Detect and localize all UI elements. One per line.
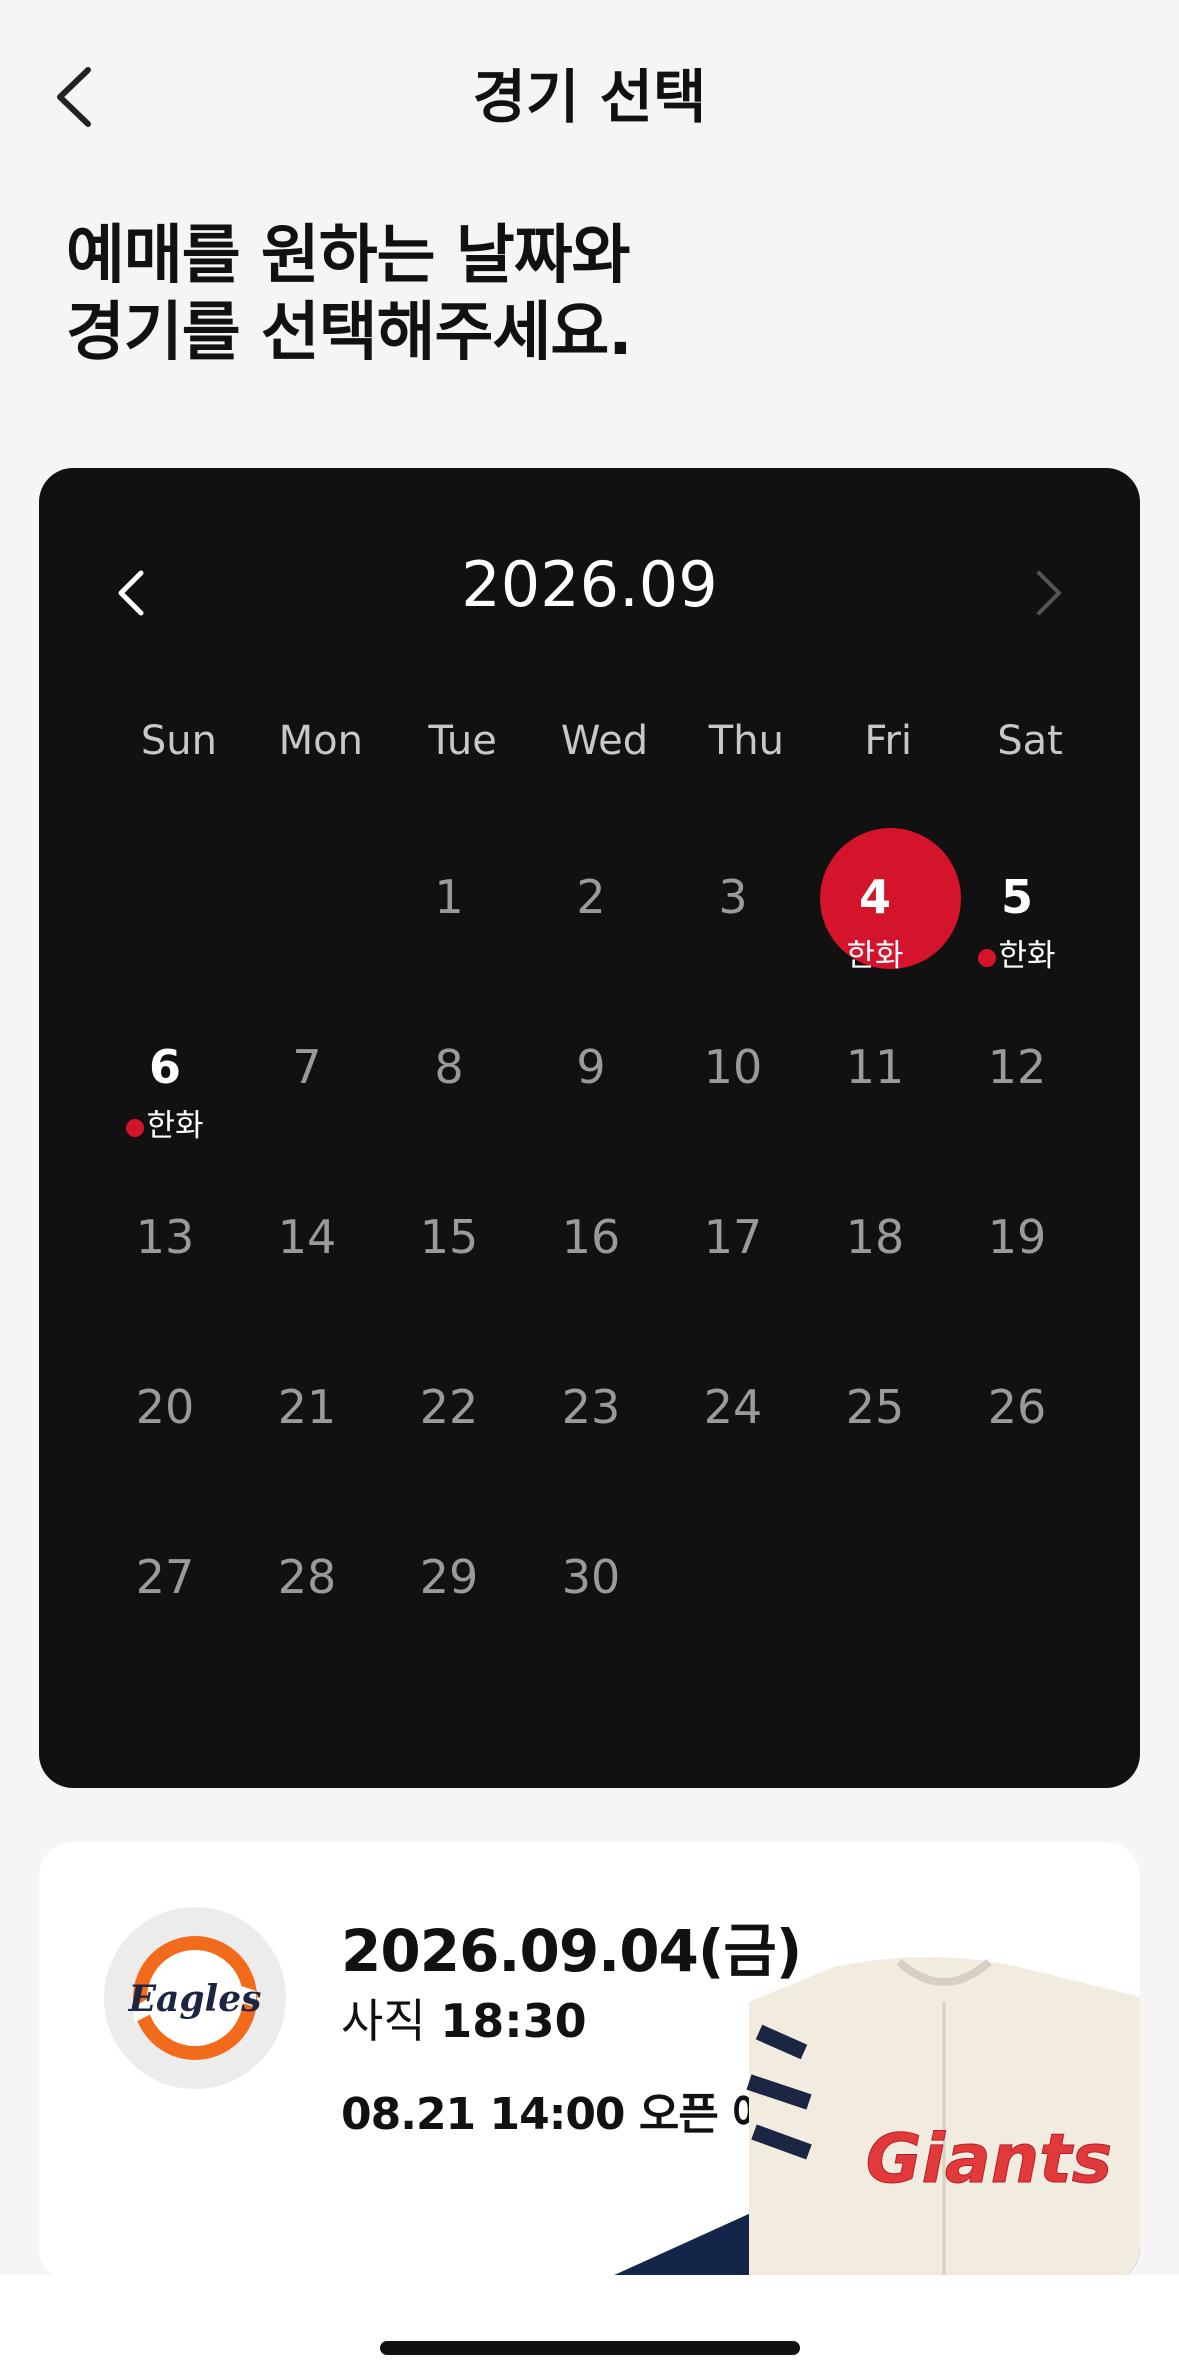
day-number: 5 — [1000, 870, 1033, 924]
day-number: 18 — [845, 1210, 905, 1264]
day-number: 25 — [845, 1380, 905, 1434]
calendar-day: 30 — [520, 1538, 662, 1708]
calendar-grid: 1 2 3 4 한화 5 한화 6 한화 7 8 9 10 11 12 13 1… — [94, 828, 1088, 1708]
calendar-day: 21 — [236, 1368, 378, 1538]
weekday-thu: Thu — [708, 718, 784, 764]
day-number: 3 — [718, 870, 748, 924]
calendar-day: 7 — [236, 1028, 378, 1198]
calendar-day-game[interactable]: 5 한화 — [946, 858, 1088, 1028]
giants-jersey-text: Giants — [866, 2120, 1112, 2199]
eagles-logo-text: Eagles — [128, 1978, 262, 2020]
calendar: 2026.09 Sun Mon Tue Wed Thu Fri Sat 1 2 … — [39, 468, 1140, 1788]
weekday-header: Sun Mon Tue Wed Thu Fri Sat — [108, 718, 1101, 764]
day-number: 10 — [703, 1040, 763, 1094]
calendar-day: 9 — [520, 1028, 662, 1198]
game-stadium: 사직 — [341, 1994, 426, 2048]
day-number: 11 — [845, 1040, 905, 1094]
giants-jersey-image: Giants — [599, 1957, 1140, 2282]
calendar-day-empty — [236, 858, 378, 1028]
calendar-day: 17 — [662, 1198, 804, 1368]
game-label: 한화 — [998, 938, 1056, 974]
weekday-wed: Wed — [560, 718, 649, 764]
calendar-day: 2 — [520, 858, 662, 1028]
calendar-day-empty — [94, 858, 236, 1028]
instruction-line-1: 예매를 원하는 날짜와 — [66, 219, 630, 293]
day-number: 16 — [561, 1210, 621, 1264]
calendar-day: 13 — [94, 1198, 236, 1368]
game-time: 18:30 — [440, 1994, 587, 2048]
page-title: 경기 선택 — [472, 63, 707, 131]
calendar-day-selected[interactable]: 4 한화 — [804, 828, 961, 1028]
game-label: 한화 — [146, 1108, 204, 1144]
calendar-day: 3 — [662, 858, 804, 1028]
day-number: 8 — [434, 1040, 464, 1094]
instruction-line-2: 경기를 선택해주세요. — [66, 295, 633, 370]
game-dot — [126, 1118, 145, 1137]
calendar-day: 19 — [946, 1198, 1088, 1368]
day-number: 28 — [277, 1550, 337, 1604]
day-number: 1 — [434, 870, 464, 924]
game-indicator: 한화 — [946, 930, 1088, 975]
calendar-day: 12 — [946, 1028, 1088, 1198]
day-number: 15 — [419, 1210, 479, 1264]
day-number: 9 — [576, 1040, 606, 1094]
calendar-day-game[interactable]: 6 한화 — [94, 1028, 236, 1198]
day-number: 21 — [277, 1380, 337, 1434]
day-number: 30 — [561, 1550, 621, 1604]
day-number: 12 — [987, 1040, 1047, 1094]
calendar-day: 27 — [94, 1538, 236, 1708]
instruction-heading: 예매를 원하는 날짜와 경기를 선택해주세요. — [66, 218, 633, 372]
calendar-day: 11 — [804, 1028, 946, 1198]
home-bar — [0, 2275, 1179, 2379]
home-indicator[interactable] — [380, 2341, 800, 2355]
game-dot — [978, 948, 997, 967]
calendar-day: 25 — [804, 1368, 946, 1538]
calendar-month: 2026.09 — [461, 548, 718, 621]
day-number: 29 — [419, 1550, 479, 1604]
calendar-day: 29 — [378, 1538, 520, 1708]
day-number: 4 — [858, 870, 891, 924]
day-number: 7 — [292, 1040, 322, 1094]
calendar-day: 10 — [662, 1028, 804, 1198]
day-number: 6 — [148, 1040, 181, 1094]
navigation-bar: 경기 선택 — [0, 0, 1179, 190]
calendar-day: 26 — [946, 1368, 1088, 1538]
calendar-day: 18 — [804, 1198, 946, 1368]
calendar-day: 8 — [378, 1028, 520, 1198]
game-card[interactable]: Eagles 2026.09.04(금) 사직 18:30 08.21 14:0… — [39, 1842, 1140, 2282]
weekday-mon: Mon — [278, 718, 363, 764]
calendar-day: 14 — [236, 1198, 378, 1368]
chevron-right-icon — [1037, 571, 1061, 615]
game-label: 한화 — [846, 938, 904, 974]
weekday-sat: Sat — [997, 718, 1063, 764]
day-number: 27 — [135, 1550, 195, 1604]
day-number: 19 — [987, 1210, 1047, 1264]
day-number: 2 — [576, 870, 606, 924]
calendar-day: 24 — [662, 1368, 804, 1538]
day-number: 24 — [703, 1380, 763, 1434]
calendar-day: 1 — [378, 858, 520, 1028]
eagles-logo-icon: Eagles — [128, 1936, 262, 2060]
calendar-day: 15 — [378, 1198, 520, 1368]
weekday-tue: Tue — [428, 718, 497, 764]
day-number: 22 — [419, 1380, 479, 1434]
day-number: 23 — [561, 1380, 621, 1434]
calendar-day: 28 — [236, 1538, 378, 1708]
weekday-fri: Fri — [864, 718, 913, 764]
eagles-logo: Eagles — [104, 1907, 286, 2089]
day-number: 13 — [135, 1210, 195, 1264]
day-number: 17 — [703, 1210, 763, 1264]
calendar-day: 20 — [94, 1368, 236, 1538]
weekday-sun: Sun — [140, 718, 217, 764]
day-number: 20 — [135, 1380, 195, 1434]
day-number: 14 — [277, 1210, 337, 1264]
game-indicator: 한화 — [94, 1100, 236, 1145]
calendar-day: 22 — [378, 1368, 520, 1538]
calendar-day: 16 — [520, 1198, 662, 1368]
next-month-button[interactable] — [1023, 563, 1073, 623]
game-venue-time: 사직 18:30 — [341, 1985, 587, 2051]
calendar-day: 23 — [520, 1368, 662, 1538]
day-number: 26 — [987, 1380, 1047, 1434]
